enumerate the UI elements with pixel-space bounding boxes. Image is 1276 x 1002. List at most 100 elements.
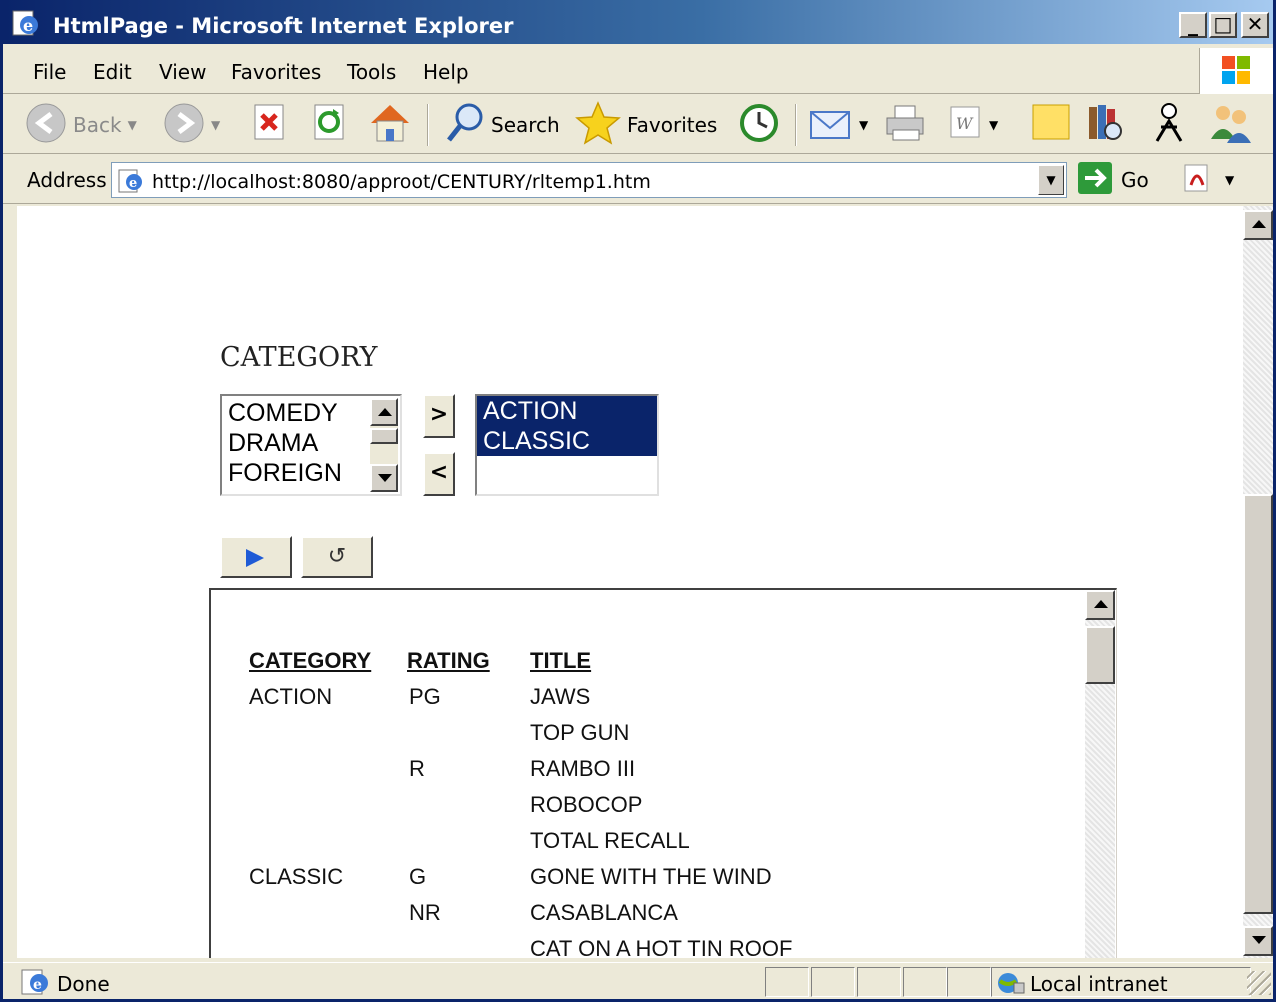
mail-button[interactable]: ▼ (809, 102, 868, 148)
edit-word-button[interactable]: W ▼ (947, 102, 998, 148)
menu-tools[interactable]: Tools (347, 60, 396, 84)
list-scroll-thumb[interactable] (370, 428, 398, 444)
move-right-button[interactable]: > (423, 394, 455, 438)
forward-dropdown-icon[interactable]: ▼ (211, 118, 220, 132)
security-zone[interactable]: Local intranet (991, 967, 1251, 997)
available-category-list[interactable]: COMEDY DRAMA FOREIGN (220, 394, 402, 496)
list-scroll-up-button[interactable] (370, 398, 398, 426)
menu-help[interactable]: Help (423, 60, 469, 84)
status-pane (857, 967, 901, 997)
stop-button[interactable] (251, 102, 289, 148)
list-option-selected[interactable]: CLASSIC (477, 426, 657, 456)
arrow-up-icon (1252, 220, 1266, 228)
windows-logo-icon (1199, 48, 1273, 94)
status-text: Done (57, 972, 110, 996)
cell-title: RAMBO III (530, 756, 636, 781)
mail-dropdown-icon[interactable]: ▼ (859, 118, 868, 132)
selected-category-list[interactable]: ACTION CLASSIC (475, 394, 659, 496)
list-scroll-down-button[interactable] (370, 464, 398, 492)
go-button[interactable]: Go (1077, 161, 1149, 200)
refresh-button[interactable] (311, 102, 349, 148)
users-icon (1207, 101, 1255, 150)
cell-rating: R (409, 756, 425, 781)
menu-favorites[interactable]: Favorites (231, 60, 321, 84)
back-dropdown-icon[interactable]: ▼ (128, 118, 137, 132)
column-header-category: CATEGORY (249, 648, 372, 673)
ie-page-icon: e (11, 9, 41, 37)
maximize-button[interactable]: □ (1209, 12, 1237, 38)
address-dropdown-button[interactable]: ▼ (1038, 165, 1064, 195)
cell-category: CLASSIC (249, 864, 344, 889)
address-input[interactable]: e http://localhost:8080/approot/CENTURY/… (111, 162, 1067, 198)
arrow-down-icon (378, 474, 392, 482)
list-option-selected[interactable]: ACTION (477, 396, 657, 426)
cell-title: CASABLANCA (530, 900, 678, 925)
reset-button[interactable]: ↺ (301, 536, 373, 578)
cell-rating: NR (409, 900, 441, 925)
mail-icon (809, 102, 853, 149)
page-scrollbar[interactable] (1243, 206, 1273, 958)
back-label: Back (73, 113, 122, 137)
close-button[interactable]: ✕ (1241, 12, 1269, 38)
home-icon (367, 101, 413, 150)
category-label: CATEGORY (220, 342, 378, 373)
address-url[interactable]: http://localhost:8080/approot/CENTURY/rl… (152, 171, 651, 193)
arrow-up-icon (378, 408, 392, 416)
home-button[interactable] (367, 102, 413, 148)
list-option[interactable]: DRAMA (222, 428, 370, 458)
address-label: Address (27, 168, 107, 192)
zone-label: Local intranet (1030, 972, 1168, 996)
address-bar: Address e http://localhost:8080/approot/… (3, 156, 1273, 204)
report-scroll-thumb[interactable] (1085, 626, 1115, 684)
page-scroll-down-button[interactable] (1243, 926, 1273, 956)
edit-dropdown-icon[interactable]: ▼ (989, 118, 998, 132)
run-button[interactable] (220, 536, 292, 578)
print-button[interactable] (883, 102, 929, 148)
report-scrollbar[interactable] (1085, 590, 1115, 958)
title-bar[interactable]: e HtmlPage - Microsoft Internet Explorer… (3, 0, 1273, 44)
contacts-button[interactable] (1207, 102, 1255, 148)
research-button[interactable] (1083, 102, 1127, 148)
note-icon (1029, 101, 1073, 150)
status-pane (947, 967, 991, 997)
menu-file[interactable]: File (33, 60, 66, 84)
status-bar: e Done Local intranet (3, 962, 1273, 999)
history-button[interactable] (737, 102, 781, 148)
minimize-button[interactable]: _ (1179, 12, 1207, 38)
list-scrollbar[interactable] (370, 398, 398, 492)
menu-edit[interactable]: Edit (93, 60, 132, 84)
menu-bar: File Edit View Favorites Tools Help (3, 46, 1273, 94)
pdf-dropdown-icon[interactable]: ▼ (1225, 173, 1234, 187)
favorites-button[interactable]: Favorites (575, 100, 718, 148)
cell-title: TOP GUN (530, 720, 630, 745)
search-label: Search (491, 113, 560, 137)
status-pane (765, 967, 809, 997)
messenger-button[interactable] (1147, 102, 1191, 148)
list-option[interactable]: COMEDY (222, 398, 370, 428)
go-label: Go (1121, 168, 1149, 192)
page-scroll-thumb[interactable] (1243, 494, 1273, 914)
back-button[interactable]: Back ▼ (25, 102, 137, 148)
search-icon (445, 102, 485, 149)
ie-page-icon: e (118, 169, 144, 198)
ie-page-icon: e (21, 969, 51, 1000)
resize-grip[interactable] (1247, 971, 1271, 995)
intranet-icon (996, 971, 1026, 1000)
report-frame: CATEGORY RATING TITLE ACTION PG JAWS TOP GU… (209, 588, 1117, 958)
stop-icon (251, 103, 289, 148)
discuss-button[interactable] (1029, 102, 1073, 148)
page-scroll-up-button[interactable] (1243, 210, 1273, 240)
report-scroll-up-button[interactable] (1085, 590, 1115, 620)
pdf-button[interactable]: ▼ (1183, 162, 1234, 198)
cell-title: JAWS (530, 684, 591, 709)
forward-button[interactable]: ▼ (163, 102, 220, 148)
standard-toolbar: Back ▼ ▼ Search Favorites ▼ W ▼ (3, 96, 1273, 154)
search-button[interactable]: Search (445, 102, 560, 148)
forward-arrow-icon (163, 102, 205, 149)
menu-view[interactable]: View (159, 60, 206, 84)
list-option[interactable]: FOREIGN (222, 458, 370, 488)
favorites-label: Favorites (627, 113, 718, 137)
go-arrow-icon (1077, 161, 1113, 200)
column-header-title: TITLE (530, 648, 592, 673)
move-left-button[interactable]: < (423, 452, 455, 496)
